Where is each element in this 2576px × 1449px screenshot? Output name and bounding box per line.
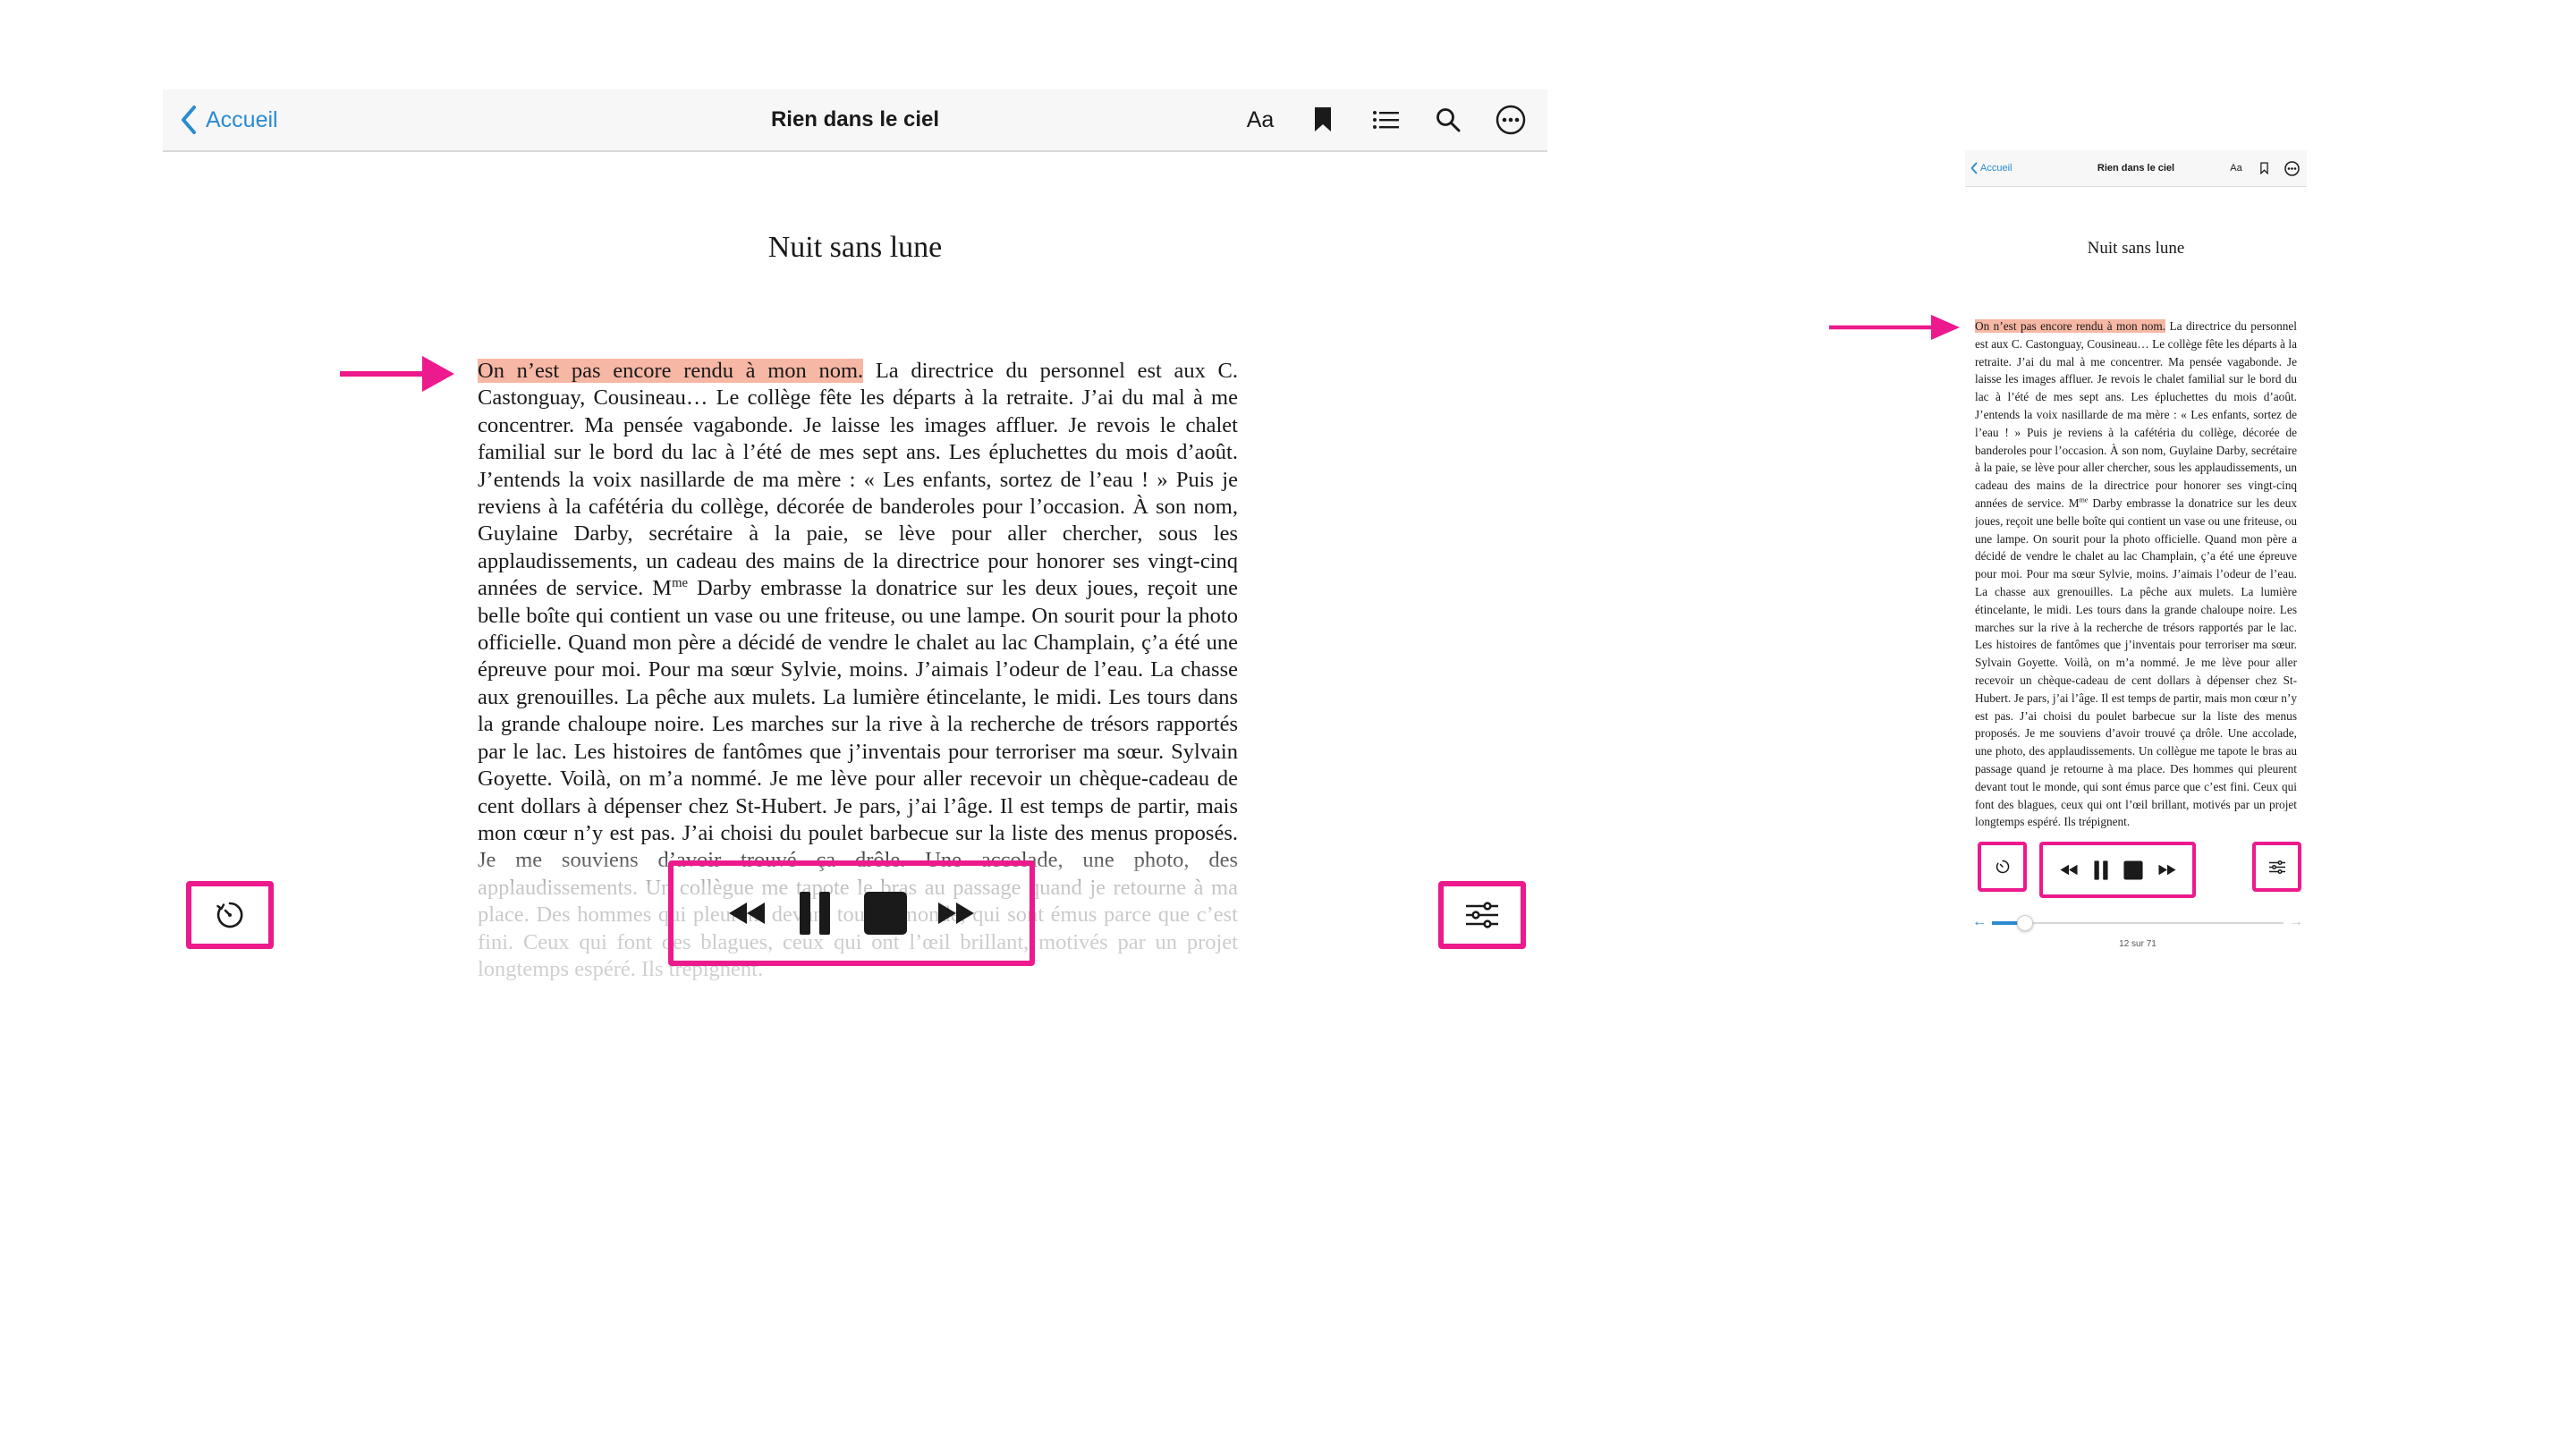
- more-icon: [2284, 160, 2300, 176]
- sleep-timer-icon: [216, 902, 243, 928]
- settings-sliders-icon: [2268, 860, 2285, 874]
- small-toolbar-actions: Aa: [2228, 150, 2300, 186]
- arrow-right-annotation: [1829, 315, 1960, 340]
- rewind-icon: [2059, 864, 2078, 876]
- stop-icon: [864, 892, 907, 935]
- small-audio-settings-button[interactable]: [2256, 845, 2298, 888]
- chevron-left-icon: [1970, 162, 1978, 174]
- text-part-1: La directrice du personnel est aux C. Ca…: [478, 359, 1238, 601]
- table-of-contents-button[interactable]: [1368, 103, 1402, 137]
- small-highlighted-sentence: On n’est pas encore rendu à mon nom.: [1975, 319, 2166, 333]
- fast-forward-button[interactable]: [934, 891, 979, 936]
- more-button[interactable]: [1494, 103, 1528, 137]
- previous-chapter-arrow-icon[interactable]: ←: [1972, 912, 1987, 932]
- search-button[interactable]: [1431, 103, 1465, 137]
- fast-forward-icon: [2157, 864, 2176, 876]
- small-rewind-button[interactable]: [2057, 859, 2080, 882]
- fast-forward-icon: [938, 902, 974, 924]
- rewind-icon: [729, 902, 765, 924]
- small-reader-toolbar: Accueil Rien dans le ciel Aa: [1965, 150, 2307, 187]
- stop-button[interactable]: [860, 886, 911, 940]
- highlighted-sentence: On n’est pas encore rendu à mon nom.: [478, 359, 864, 383]
- sleep-timer-icon: [1996, 860, 2009, 874]
- page-progress-slider[interactable]: ← →: [1972, 912, 2303, 934]
- toolbar-actions: Aa: [1243, 89, 1528, 150]
- small-font-settings-button[interactable]: Aa: [2228, 160, 2244, 176]
- text-superscript: me: [672, 576, 689, 591]
- small-chapter-title: Nuit sans lune: [2087, 239, 2185, 258]
- small-text-superscript: me: [2079, 496, 2089, 504]
- small-bookmark-button[interactable]: [2256, 160, 2272, 176]
- next-chapter-arrow-icon[interactable]: →: [2289, 912, 2303, 932]
- playback-controls: [674, 866, 1030, 961]
- bookmark-icon: [2259, 162, 2268, 174]
- small-playback-controls: [2043, 845, 2192, 894]
- back-button[interactable]: Accueil: [179, 89, 278, 150]
- small-book-text: On n’est pas encore rendu à mon nom. La …: [1975, 318, 2297, 899]
- small-pause-button[interactable]: [2091, 857, 2111, 884]
- reader-large-view: Accueil Rien dans le ciel Aa Nuit sans l…: [0, 0, 1556, 1449]
- reader-toolbar: Accueil Rien dans le ciel Aa: [163, 89, 1547, 152]
- bookmark-icon: [1315, 107, 1331, 131]
- back-label: Accueil: [206, 106, 278, 132]
- chevron-left-icon: [182, 106, 196, 134]
- pause-button[interactable]: [792, 886, 837, 940]
- search-icon: [1436, 108, 1461, 132]
- audio-settings-button[interactable]: [1444, 886, 1521, 944]
- pause-icon: [800, 892, 830, 935]
- slider-knob[interactable]: [2016, 915, 2033, 931]
- list-icon: [1373, 111, 1399, 129]
- small-back-label: Accueil: [1980, 163, 2012, 174]
- more-icon: [1496, 105, 1526, 135]
- small-back-button[interactable]: Accueil: [1970, 150, 2012, 186]
- arrow-right-annotation: [340, 356, 454, 392]
- pause-icon: [2093, 860, 2108, 880]
- small-stop-button[interactable]: [2122, 857, 2145, 884]
- font-settings-button[interactable]: Aa: [1243, 103, 1277, 137]
- slider-track: [1992, 922, 2284, 924]
- rewind-button[interactable]: [724, 891, 769, 936]
- sleep-timer-button[interactable]: [191, 886, 268, 944]
- bookmark-button[interactable]: [1306, 103, 1340, 137]
- chapter-title: Nuit sans lune: [767, 231, 943, 264]
- stop-icon: [2123, 860, 2143, 880]
- small-sleep-timer-button[interactable]: [1981, 845, 2023, 888]
- small-more-button[interactable]: [2284, 160, 2300, 176]
- settings-sliders-icon: [1466, 902, 1498, 928]
- small-text-part-1: La directrice du personnel est aux C. Ca…: [1975, 319, 2297, 510]
- page-indicator: 12 sur 71: [2119, 939, 2157, 949]
- small-fast-forward-button[interactable]: [2156, 859, 2179, 882]
- reader-small-view: Accueil Rien dans le ciel Aa Nuit sans l…: [1816, 0, 2576, 1449]
- small-text-part-2: Darby embrasse la donatrice sur les deux…: [1975, 496, 2297, 829]
